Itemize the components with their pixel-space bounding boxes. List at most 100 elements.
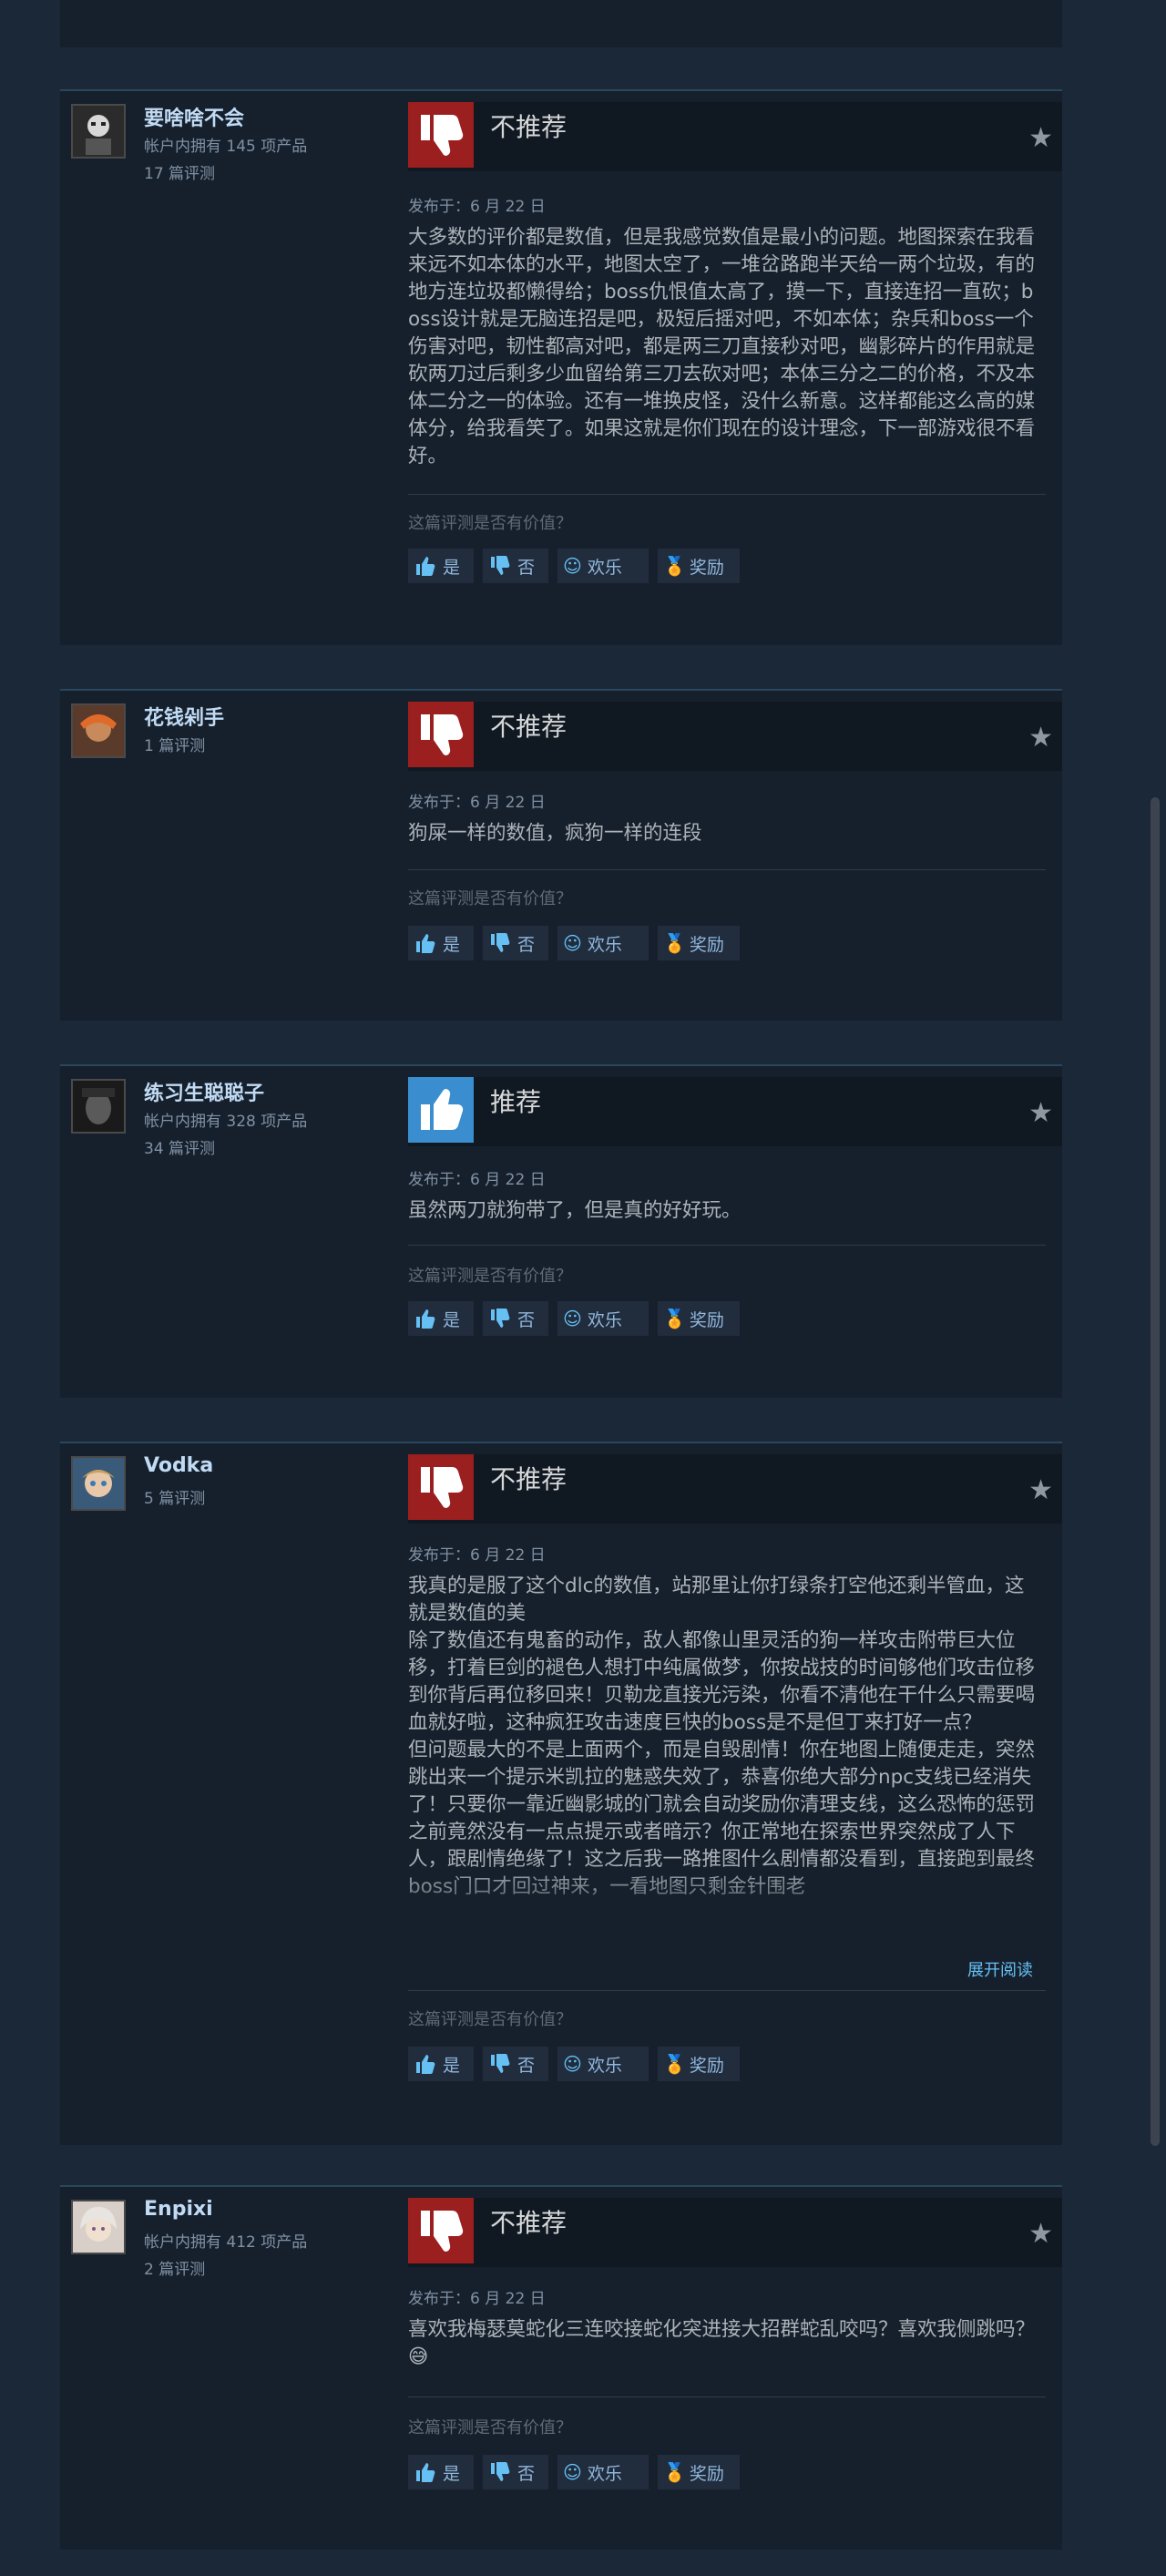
avatar[interactable] — [71, 703, 126, 758]
posted-date: 发布于：6 月 22 日 — [408, 1171, 546, 1189]
username[interactable]: 练习生聪聪子 — [144, 1077, 264, 1106]
review-count[interactable]: 34 篇评测 — [144, 1135, 215, 1158]
award-button[interactable]: 🏅 奖励 — [658, 1301, 740, 1336]
review-count[interactable]: 1 篇评测 — [144, 733, 205, 755]
posted-date: 发布于：6 月 22 日 — [408, 794, 546, 812]
vote-funny-button[interactable]: ☺ 欢乐 — [557, 549, 649, 583]
review-card: Vodka 5 篇评测 不推荐 ★ 发布于：6 月 22 日 我真的是服了这个d… — [60, 1442, 1062, 2145]
products-owned[interactable]: 帐户内拥有 412 项产品 — [144, 2229, 307, 2252]
vote-no-button[interactable]: 否 — [483, 2455, 548, 2489]
award-label: 奖励 — [689, 2055, 724, 2076]
award-label: 奖励 — [689, 2463, 724, 2484]
avatar[interactable] — [71, 2200, 126, 2254]
avatar[interactable] — [71, 1079, 126, 1134]
vote-no-button[interactable]: 否 — [483, 926, 548, 960]
vote-funny-button[interactable]: ☺ 欢乐 — [557, 2047, 649, 2081]
review-card: Enpixi 帐户内拥有 412 项产品 2 篇评测 不推荐 ★ 发布于：6 月… — [60, 2185, 1062, 2550]
username[interactable]: 要啥啥不会 — [144, 102, 244, 131]
thumbs-down-icon — [408, 2198, 474, 2263]
username[interactable]: Enpixi — [144, 2198, 213, 2221]
award-button[interactable]: 🏅 奖励 — [658, 2047, 740, 2081]
review-paragraph: 除了数值还有鬼畜的动作，敌人都像山里灵活的狗一样攻击附带巨大位移，打着巨剑的褪色… — [408, 1629, 1036, 1734]
vote-no-label: 否 — [517, 2463, 536, 2484]
star-icon[interactable]: ★ — [1028, 2218, 1053, 2250]
avatar[interactable] — [71, 1456, 126, 1511]
vote-yes-button[interactable]: 是 — [408, 926, 474, 960]
award-icon: 🏅 — [663, 555, 686, 577]
review-header[interactable]: 不推荐 ★ — [408, 2198, 1062, 2267]
vote-funny-button[interactable]: ☺ 欢乐 — [557, 926, 649, 960]
expand-link[interactable]: 展开阅读 — [967, 1957, 1033, 1981]
review-paragraph: 喜欢我梅瑟莫蛇化三连咬接蛇化突进接大招群蛇乱咬吗？喜欢我侧跳吗？😅 — [408, 2318, 1036, 2368]
vote-no-label: 否 — [517, 557, 536, 578]
thumbs-down-icon — [491, 933, 510, 952]
helpful-prompt: 这篇评测是否有价值？ — [408, 514, 572, 533]
thumbs-up-icon — [416, 557, 435, 576]
vote-funny-button[interactable]: ☺ 欢乐 — [557, 2455, 649, 2489]
vote-no-button[interactable]: 否 — [483, 549, 548, 583]
review-card: 要啥啥不会 帐户内拥有 145 项产品 17 篇评测 不推荐 ★ 发布于：6 月… — [60, 89, 1062, 645]
smiley-icon: ☺ — [563, 2053, 582, 2075]
vote-yes-label: 是 — [443, 2055, 461, 2076]
products-owned[interactable]: 帐户内拥有 328 项产品 — [144, 1108, 307, 1131]
award-label: 奖励 — [689, 1309, 724, 1330]
thumbs-down-icon — [491, 2462, 510, 2481]
helpful-prompt: 这篇评测是否有价值？ — [408, 2418, 572, 2437]
award-icon: 🏅 — [663, 2461, 686, 2483]
vote-no-label: 否 — [517, 1309, 536, 1330]
vote-funny-label: 欢乐 — [587, 2055, 622, 2076]
star-icon[interactable]: ★ — [1028, 1097, 1053, 1129]
vote-funny-label: 欢乐 — [587, 557, 622, 578]
vote-no-label: 否 — [517, 934, 536, 955]
vote-yes-label: 是 — [443, 2463, 461, 2484]
vote-funny-label: 欢乐 — [587, 934, 622, 955]
star-icon[interactable]: ★ — [1028, 722, 1053, 754]
award-button[interactable]: 🏅 奖励 — [658, 549, 740, 583]
smiley-icon: ☺ — [563, 2461, 582, 2483]
posted-date: 发布于：6 月 22 日 — [408, 1546, 546, 1565]
review-verdict: 不推荐 — [490, 2208, 568, 2238]
thumbs-down-icon — [408, 1454, 474, 1520]
thumbs-down-icon — [491, 2054, 510, 2073]
review-card: 花钱剁手 1 篇评测 不推荐 ★ 发布于：6 月 22 日 狗屎一样的数值，疯狗… — [60, 689, 1062, 1021]
vote-yes-button[interactable]: 是 — [408, 2455, 474, 2489]
vote-yes-button[interactable]: 是 — [408, 549, 474, 583]
review-header[interactable]: 不推荐 ★ — [408, 102, 1062, 171]
review-count[interactable]: 5 篇评测 — [144, 1485, 205, 1508]
vote-funny-button[interactable]: ☺ 欢乐 — [557, 1301, 649, 1336]
review-paragraph: 我真的是服了这个dlc的数值，站那里让你打绿条打空他还剩半管血，这就是数值的美 — [408, 1575, 1025, 1625]
thumbs-down-icon — [408, 102, 474, 168]
products-owned[interactable]: 帐户内拥有 145 项产品 — [144, 133, 307, 156]
scrollbar[interactable] — [1151, 797, 1160, 2146]
avatar[interactable] — [71, 104, 126, 159]
review-header[interactable]: 推荐 ★ — [408, 1077, 1062, 1146]
award-icon: 🏅 — [663, 1308, 686, 1329]
thumbs-up-icon — [416, 934, 435, 953]
award-icon: 🏅 — [663, 2053, 686, 2075]
star-icon[interactable]: ★ — [1028, 1474, 1053, 1506]
helpful-prompt: 这篇评测是否有价值？ — [408, 889, 572, 908]
vote-yes-button[interactable]: 是 — [408, 1301, 474, 1336]
review-text: 大多数的评价都是数值，但是我感觉数值是最小的问题。地图探索在我看来远不如本体的水… — [408, 224, 1037, 470]
award-button[interactable]: 🏅 奖励 — [658, 2455, 740, 2489]
review-text: 喜欢我梅瑟莫蛇化三连咬接蛇化突进接大招群蛇乱咬吗？喜欢我侧跳吗？😅 — [408, 2316, 1037, 2371]
previous-review-bottom — [60, 0, 1062, 47]
username[interactable]: 花钱剁手 — [144, 702, 224, 731]
review-count[interactable]: 2 篇评测 — [144, 2256, 205, 2279]
vote-yes-button[interactable]: 是 — [408, 2047, 474, 2081]
award-button[interactable]: 🏅 奖励 — [658, 926, 740, 960]
posted-date: 发布于：6 月 22 日 — [408, 198, 546, 216]
star-icon[interactable]: ★ — [1028, 122, 1053, 154]
vote-no-button[interactable]: 否 — [483, 1301, 548, 1336]
thumbs-up-icon — [416, 2055, 435, 2074]
divider — [408, 869, 1046, 870]
divider — [408, 1245, 1046, 1246]
username[interactable]: Vodka — [144, 1454, 213, 1477]
review-count[interactable]: 17 篇评测 — [144, 160, 215, 183]
review-header[interactable]: 不推荐 ★ — [408, 702, 1062, 771]
thumbs-down-icon — [408, 702, 474, 767]
review-paragraph: 大多数的评价都是数值，但是我感觉数值是最小的问题。地图探索在我看来远不如本体的水… — [408, 226, 1036, 467]
vote-no-button[interactable]: 否 — [483, 2047, 548, 2081]
review-header[interactable]: 不推荐 ★ — [408, 1454, 1062, 1524]
review-paragraph: 虽然两刀就狗带了，但是真的好好玩。 — [408, 1199, 742, 1222]
